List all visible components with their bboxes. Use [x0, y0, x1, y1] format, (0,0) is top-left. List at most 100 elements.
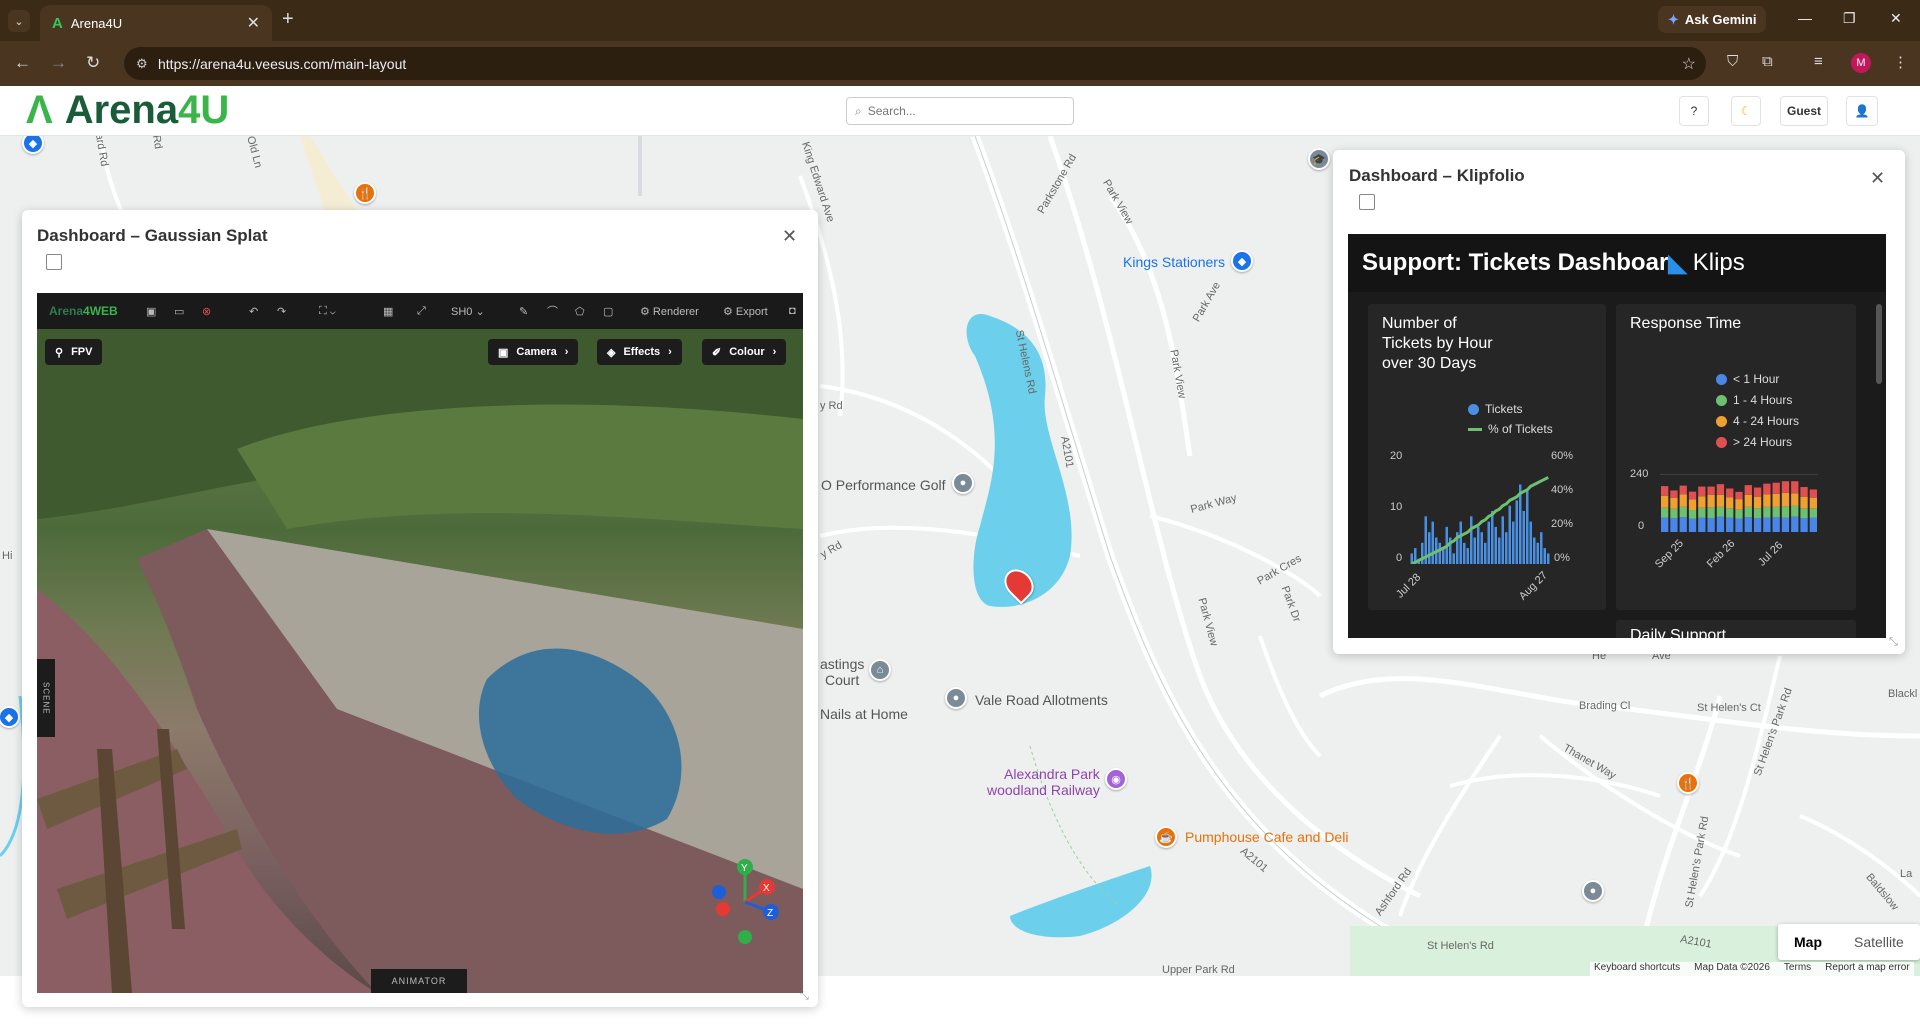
allotments-pin-icon[interactable]: ● [945, 687, 967, 709]
splat-viewer[interactable]: Arena4WEB ▣ ▭ ⊗ ↶ ↷ ⛶ ⌄ ▦ ⤢ SH0 ⌄ ✎ ⌒ ⬠ … [37, 293, 803, 993]
klip-close-icon[interactable]: ✕ [1870, 168, 1885, 189]
dashboard-scrollbar[interactable] [1876, 304, 1882, 384]
hastings-label[interactable]: astings [820, 656, 864, 672]
response-bar-segment [1809, 508, 1817, 518]
new-tab-button[interactable]: + [282, 8, 294, 31]
animator-tab[interactable]: ANIMATOR [371, 969, 467, 993]
klips-label: Klips [1692, 249, 1745, 276]
forward-icon[interactable]: → [50, 53, 67, 73]
map-toggle-button[interactable]: Map [1778, 924, 1838, 960]
road-rd-3: y Rd [820, 400, 843, 412]
search-input[interactable] [867, 104, 1058, 118]
legend-lt1: < 1 Hour [1716, 372, 1779, 386]
arena4web-logo-a: Arena [49, 304, 84, 318]
fpv-button[interactable]: ⚲ FPV [45, 339, 103, 365]
close-window-icon[interactable]: ✕ [1890, 10, 1902, 27]
terms-link[interactable]: Terms [1784, 962, 1811, 976]
performance-golf-label[interactable]: O Performance Golf [821, 477, 946, 493]
response-time-card: Response Time < 1 Hour 1 - 4 Hours 4 - 2… [1616, 304, 1856, 610]
undo-icon[interactable]: ↶ [249, 305, 258, 318]
railway-pin-icon[interactable]: ◉ [1105, 768, 1127, 790]
alexandra-park-label-2[interactable]: woodland Railway [987, 782, 1100, 798]
place-pin-icon[interactable]: ● [1582, 880, 1604, 902]
browser-menu-icon[interactable]: ⋮ [1893, 53, 1908, 71]
splat-scene[interactable]: ⚲ FPV ▣ Camera › ◈ Effects › ✐ Colour › SCENE A… [37, 329, 803, 993]
colour-button[interactable]: ✐ Colour › [702, 339, 787, 365]
redo-icon[interactable]: ↷ [277, 305, 286, 318]
keyboard-shortcuts-link[interactable]: Keyboard shortcuts [1594, 962, 1680, 976]
browser-tab[interactable]: A Arena4U ✕ [40, 5, 272, 41]
sh-select[interactable]: SH0 ⌄ [451, 305, 485, 318]
restore-icon[interactable]: ❐ [1843, 10, 1856, 27]
klip-panel-title: Dashboard – Klipfolio [1349, 166, 1525, 185]
y-tick-20: 20 [1390, 450, 1403, 462]
reload-icon[interactable]: ↻ [86, 53, 100, 73]
rt-x-tick-jul26: Jul 26 [1756, 539, 1786, 569]
court-label[interactable]: Court [825, 672, 859, 688]
user-button[interactable]: 👤 [1846, 96, 1878, 126]
site-info-icon[interactable]: ⚙ [136, 56, 148, 72]
response-bar-segment [1688, 510, 1697, 519]
tab-close-icon[interactable]: ✕ [247, 13, 260, 33]
measure-icon[interactable]: ✎ [519, 305, 528, 318]
tab-search-button[interactable]: ⌄ [8, 10, 30, 32]
y2-tick-40: 40% [1551, 484, 1574, 496]
kings-stationers-label[interactable]: Kings Stationers [1123, 254, 1225, 270]
shield-extension-icon[interactable]: ⛉ [1727, 53, 1738, 70]
help-button[interactable]: ? [1679, 96, 1709, 126]
restaurant-pin-icon[interactable]: 🍴 [1677, 772, 1699, 794]
axis-gizmo-icon[interactable]: Y X Z [701, 857, 791, 947]
restaurant-pin-icon-2[interactable]: 🍴 [354, 182, 376, 204]
golf-pin-icon[interactable]: ● [952, 472, 974, 494]
splat-expand-icon[interactable] [46, 254, 62, 270]
report-error-link[interactable]: Report a map error [1825, 962, 1909, 976]
colour-chevron-icon: › [772, 346, 777, 358]
extensions-icon[interactable]: ⧉ [1762, 53, 1773, 70]
splat-close-icon[interactable]: ✕ [782, 226, 797, 247]
export-button[interactable]: ⚙ Export [723, 305, 768, 318]
satellite-toggle-button[interactable]: Satellite [1838, 924, 1920, 960]
ask-gemini-button[interactable]: ✦ Ask Gemini [1658, 6, 1767, 33]
clear-icon[interactable]: ⊗ [202, 305, 211, 318]
back-icon[interactable]: ← [14, 53, 31, 73]
kings-stationers-pin-icon[interactable]: ◆ [1231, 250, 1253, 272]
grid-icon[interactable]: ▦ [383, 305, 393, 318]
daily-support-card: Daily Support [1616, 620, 1856, 638]
vale-road-label[interactable]: Vale Road Allotments [975, 692, 1108, 708]
media-icon[interactable]: ≡ [1814, 53, 1823, 70]
save-icon[interactable]: ▣ [146, 305, 156, 318]
klipfolio-dashboard[interactable]: Support: Tickets Dashboar ◣ Klips Number o… [1348, 234, 1886, 638]
curve-icon[interactable]: ⌒ [547, 303, 558, 319]
tickets-bar [1431, 521, 1434, 564]
select-icon[interactable]: ⛶ ⌄ [319, 305, 336, 318]
fullscreen-icon[interactable]: ⤢ [417, 305, 426, 318]
search-box[interactable]: ⌕ [846, 97, 1074, 125]
cafe-pin-icon[interactable]: ☕ [1155, 826, 1177, 848]
road-hi: Hi [2, 550, 13, 562]
tickets-bar [1547, 553, 1550, 564]
minimize-icon[interactable]: — [1798, 10, 1812, 26]
nails-label[interactable]: Nails at Home [820, 706, 908, 722]
polygon-icon[interactable]: ⬠ [575, 305, 585, 318]
tickets-bar [1536, 542, 1539, 564]
guest-button[interactable]: Guest [1780, 96, 1828, 126]
comment-icon[interactable]: ▢ [603, 305, 613, 318]
arena4u-logo[interactable]: Λ Arena4U [26, 88, 229, 133]
url-bar[interactable]: ⚙ https://arena4u.veesus.com/main-layout… [124, 47, 1706, 80]
alexandra-park-label-1[interactable]: Alexandra Park [1004, 766, 1100, 782]
bookmark-star-icon[interactable]: ☆ [1682, 54, 1696, 74]
klip-expand-icon[interactable] [1359, 194, 1375, 210]
open-folder-icon[interactable]: ▭ [174, 305, 184, 318]
hastings-pin-icon[interactable]: ⌂ [869, 659, 891, 681]
scene-tab[interactable]: SCENE [37, 659, 55, 737]
camera-button[interactable]: ▣ Camera › [488, 339, 579, 365]
school-pin-icon[interactable]: 🎓 [1308, 148, 1330, 170]
klip-resize-handle-icon[interactable]: ⤡ [1889, 636, 1898, 649]
renderer-button[interactable]: ⚙ Renderer [640, 305, 699, 318]
profile-avatar[interactable]: M [1851, 53, 1871, 73]
theme-toggle-button[interactable]: ☾ [1731, 96, 1761, 126]
camera-snapshot-icon[interactable]: ◘ [789, 305, 796, 317]
pumphouse-label[interactable]: Pumphouse Cafe and Deli [1185, 829, 1348, 845]
response-bar-segment [1800, 517, 1808, 532]
effects-button[interactable]: ◈ Effects › [597, 339, 682, 365]
